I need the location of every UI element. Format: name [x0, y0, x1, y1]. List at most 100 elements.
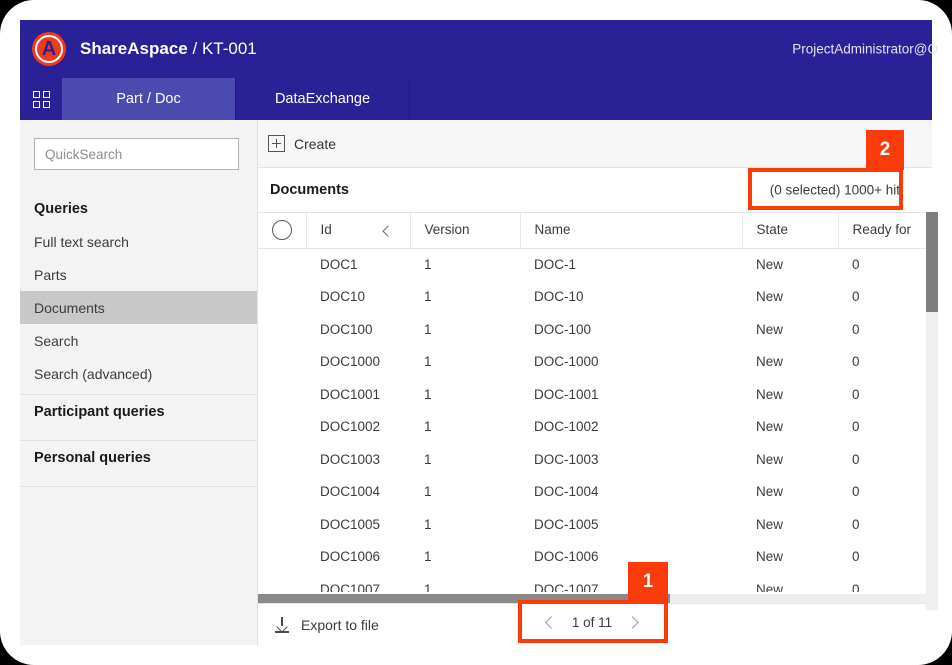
document-name: DOC-1005	[520, 508, 742, 541]
nav-group-queries: Queries Full text search Parts Documents…	[20, 192, 257, 390]
content-toolbar: Create	[258, 120, 932, 168]
document-version: 1	[410, 281, 520, 314]
chevron-left-icon[interactable]	[545, 616, 558, 629]
nav-header-personal-queries[interactable]: Personal queries	[20, 441, 257, 474]
grid-cell	[43, 101, 50, 108]
brand-separator: /	[192, 39, 197, 58]
row-select-cell[interactable]	[258, 378, 306, 411]
table-row[interactable]: DOC10011DOC-1001New0	[258, 378, 932, 411]
document-id: DOC1000	[306, 346, 410, 379]
grid-cell	[33, 91, 40, 98]
document-id: DOC1004	[306, 476, 410, 509]
download-icon	[274, 617, 290, 633]
document-state: New	[742, 313, 838, 346]
documents-table: Id Version Name State Ready for DOC11DOC…	[258, 212, 932, 592]
document-version: 1	[410, 411, 520, 444]
table-row[interactable]: DOC101DOC-10New0	[258, 281, 932, 314]
row-select-cell[interactable]	[258, 281, 306, 314]
row-select-cell[interactable]	[258, 248, 306, 281]
select-all-circle-icon[interactable]	[272, 220, 292, 240]
column-header-id-label: Id	[321, 222, 332, 237]
document-ready-for: 0	[838, 346, 932, 379]
select-all-header[interactable]	[258, 212, 306, 248]
sidebar-item-full-text-search[interactable]: Full text search	[20, 225, 257, 258]
document-id: DOC1002	[306, 411, 410, 444]
nav-header-participant-queries[interactable]: Participant queries	[20, 395, 257, 428]
tab-part-doc[interactable]: Part / Doc	[62, 78, 236, 120]
column-header-version[interactable]: Version	[410, 212, 520, 248]
column-header-id[interactable]: Id	[306, 212, 410, 248]
document-id: DOC100	[306, 313, 410, 346]
nav-divider	[20, 486, 257, 487]
nav-group-participant-queries: Participant queries	[20, 395, 257, 428]
document-version: 1	[410, 346, 520, 379]
grid-cell	[43, 91, 50, 98]
document-name: DOC-1000	[520, 346, 742, 379]
page-indicator: 1 of 11	[572, 615, 612, 630]
document-ready-for: 0	[838, 281, 932, 314]
document-name: DOC-1007	[520, 573, 742, 592]
table-header-row: Id Version Name State Ready for	[258, 212, 932, 248]
page-title: Documents	[270, 182, 349, 198]
logo-letter: A	[42, 39, 56, 59]
document-id: DOC1003	[306, 443, 410, 476]
export-to-file-button[interactable]: Export to file	[274, 617, 379, 633]
list-header: Documents (0 selected) 1000+ hit	[258, 168, 932, 213]
document-name: DOC-10	[520, 281, 742, 314]
table-row[interactable]: DOC10041DOC-1004New0	[258, 476, 932, 509]
row-select-cell[interactable]	[258, 476, 306, 509]
table-row[interactable]: DOC10001DOC-1000New0	[258, 346, 932, 379]
table-row[interactable]: DOC10061DOC-1006New0	[258, 541, 932, 574]
create-button[interactable]: Create	[268, 135, 336, 152]
sidebar-item-parts[interactable]: Parts	[20, 258, 257, 291]
tab-dataexchange[interactable]: DataExchange	[236, 78, 410, 120]
document-version: 1	[410, 508, 520, 541]
row-select-cell[interactable]	[258, 508, 306, 541]
table-row[interactable]: DOC10051DOC-1005New0	[258, 508, 932, 541]
document-state: New	[742, 541, 838, 574]
document-ready-for: 0	[838, 443, 932, 476]
grid-icon	[33, 91, 50, 108]
shareaspace-logo-icon: A	[32, 32, 66, 66]
row-select-cell[interactable]	[258, 443, 306, 476]
chevron-right-icon[interactable]	[626, 616, 639, 629]
table-row[interactable]: DOC10031DOC-1003New0	[258, 443, 932, 476]
column-header-state[interactable]: State	[742, 212, 838, 248]
document-ready-for: 0	[838, 508, 932, 541]
row-select-cell[interactable]	[258, 573, 306, 592]
row-select-cell[interactable]	[258, 541, 306, 574]
user-account-label[interactable]: ProjectAdministrator@O	[792, 42, 938, 57]
brand-name: ShareAspace	[80, 39, 188, 58]
sidebar-item-documents[interactable]: Documents	[20, 291, 257, 324]
app-header: A ShareAspace / KT-001 ProjectAdministra…	[20, 20, 932, 78]
document-state: New	[742, 573, 838, 592]
column-header-ready-for[interactable]: Ready for	[838, 212, 932, 248]
vertical-scrollbar-thumb[interactable]	[926, 212, 938, 312]
horizontal-scrollbar-thumb[interactable]	[258, 594, 670, 603]
row-select-cell[interactable]	[258, 411, 306, 444]
document-id: DOC1001	[306, 378, 410, 411]
documents-table-container: Id Version Name State Ready for DOC11DOC…	[258, 212, 932, 592]
project-name: KT-001	[202, 39, 257, 58]
table-row[interactable]: DOC1001DOC-100New0	[258, 313, 932, 346]
document-ready-for: 0	[838, 411, 932, 444]
document-state: New	[742, 411, 838, 444]
document-name: DOC-1002	[520, 411, 742, 444]
row-select-cell[interactable]	[258, 346, 306, 379]
table-row[interactable]: DOC11DOC-1New0	[258, 248, 932, 281]
document-ready-for: 0	[838, 573, 932, 592]
document-state: New	[742, 248, 838, 281]
row-select-cell[interactable]	[258, 313, 306, 346]
document-ready-for: 0	[838, 313, 932, 346]
column-header-name[interactable]: Name	[520, 212, 742, 248]
sidebar-item-search[interactable]: Search	[20, 324, 257, 357]
hit-count-label: (0 selected) 1000+ hit	[770, 183, 900, 198]
quicksearch-input[interactable]	[34, 138, 239, 170]
table-row[interactable]: DOC10071DOC-1007New0	[258, 573, 932, 592]
document-ready-for: 0	[838, 378, 932, 411]
sidebar: Queries Full text search Parts Documents…	[20, 120, 258, 645]
nav-group-personal-queries: Personal queries	[20, 441, 257, 474]
app-launcher-button[interactable]	[20, 78, 62, 120]
table-row[interactable]: DOC10021DOC-1002New0	[258, 411, 932, 444]
sidebar-item-search-advanced[interactable]: Search (advanced)	[20, 357, 257, 390]
